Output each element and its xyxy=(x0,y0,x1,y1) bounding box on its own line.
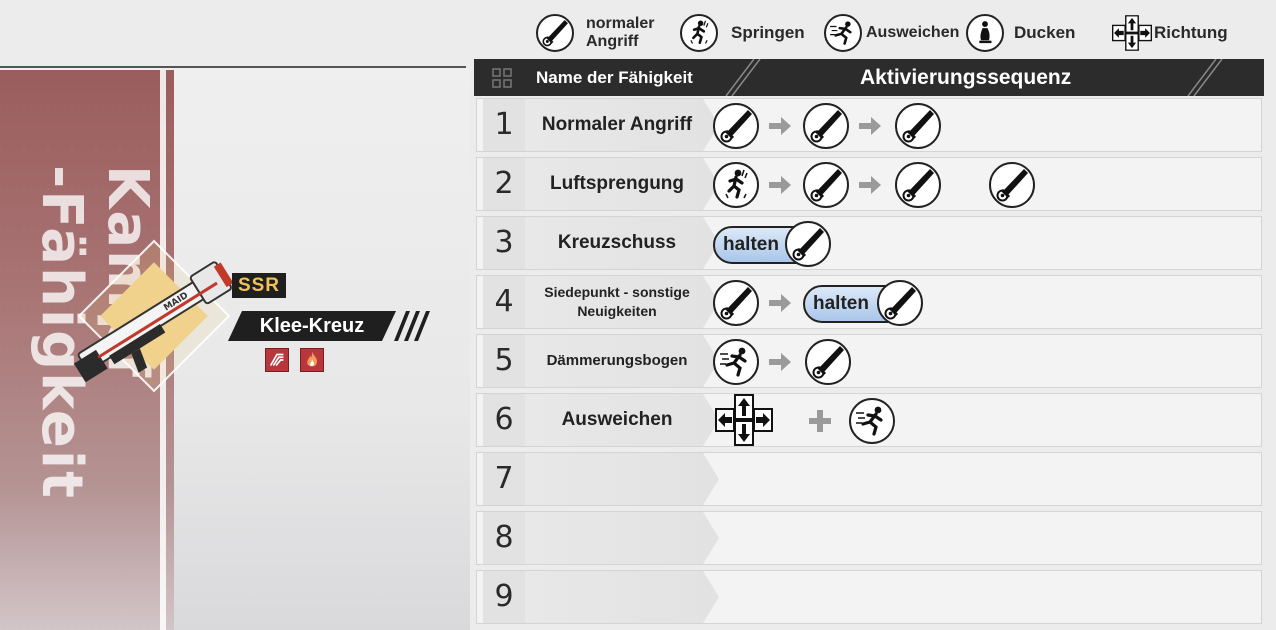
row-number: 5 xyxy=(483,335,525,387)
skill-name: Siedepunkt - sonstige Neuigkeiten xyxy=(544,284,690,319)
attack-icon xyxy=(785,221,831,267)
crouch-icon xyxy=(966,14,1004,52)
header-slash xyxy=(725,59,761,96)
skill-row: 4 Siedepunkt - sonstige Neuigkeiten halt… xyxy=(476,275,1262,329)
legend-jump: Springen xyxy=(680,8,805,58)
weapon-image: MAID xyxy=(73,261,234,383)
row-number: 6 xyxy=(483,394,525,446)
legend-dodge: Ausweichen xyxy=(824,8,959,58)
attack-icon xyxy=(713,103,759,149)
skill-name: Normaler Angriff xyxy=(541,114,693,135)
attack-icon xyxy=(895,162,941,208)
header-slash-right xyxy=(1187,59,1223,96)
plus-icon xyxy=(809,410,831,432)
skill-row: 3 Kreuzschuss halten xyxy=(476,216,1262,270)
jump-icon xyxy=(680,14,718,52)
fire-attribute-icon xyxy=(300,348,324,372)
arrow-right-icon xyxy=(767,350,793,374)
attack-icon xyxy=(805,339,851,385)
skill-name xyxy=(529,512,705,564)
row-number: 4 xyxy=(483,276,525,328)
header-activation-sequence: Aktivierungssequenz xyxy=(860,66,1072,89)
row-number: 3 xyxy=(483,217,525,269)
skill-row: 1 Normaler Angriff xyxy=(476,98,1262,152)
attack-icon xyxy=(803,162,849,208)
legend-direction-label: Richtung xyxy=(1154,23,1228,42)
skill-name xyxy=(529,453,705,505)
attack-icon xyxy=(713,280,759,326)
legend-crouch-label: Ducken xyxy=(1014,23,1076,42)
skill-name: Dämmerungsbogen xyxy=(546,352,688,369)
jump-icon xyxy=(713,162,759,208)
legend-dodge-label: Ausweichen xyxy=(866,24,960,41)
direction-icon xyxy=(715,394,773,446)
skill-row: 8 xyxy=(476,511,1262,565)
name-slash-decoration xyxy=(394,311,430,341)
arrow-right-icon xyxy=(767,291,793,315)
skill-row: 9 xyxy=(476,570,1262,624)
hold-label: halten xyxy=(723,234,779,255)
dodge-icon xyxy=(713,339,759,385)
arrow-right-icon xyxy=(857,173,883,197)
attack-icon xyxy=(877,280,923,326)
attack-icon xyxy=(803,103,849,149)
legend-attack-label: normaler Angriff xyxy=(586,15,655,50)
legend-jump-label: Springen xyxy=(731,23,805,42)
skill-row: 7 xyxy=(476,452,1262,506)
attack-icon xyxy=(895,103,941,149)
arrow-right-icon xyxy=(767,173,793,197)
rush-attribute-icon xyxy=(265,348,289,372)
legend-direction: Richtung xyxy=(1112,8,1228,58)
skill-name: Kreuzschuss xyxy=(557,232,677,253)
grid-icon xyxy=(492,68,512,88)
skill-row: 5 Dämmerungsbogen xyxy=(476,334,1262,388)
row-number: 1 xyxy=(483,99,525,151)
row-number: 9 xyxy=(483,571,525,623)
skill-name xyxy=(529,571,705,623)
legend-attack: normaler Angriff xyxy=(536,8,654,58)
weapon-name: Klee-Kreuz xyxy=(228,311,396,341)
hold-label: halten xyxy=(813,293,869,314)
panel-divider xyxy=(0,66,466,68)
dodge-icon xyxy=(849,398,895,444)
arrow-right-icon xyxy=(857,114,883,138)
skill-name: Luftsprengung xyxy=(549,173,685,194)
rarity-badge: SSR xyxy=(232,273,286,298)
attack-icon xyxy=(989,162,1035,208)
row-number: 7 xyxy=(483,453,525,505)
skill-row: 2 Luftsprengung xyxy=(476,157,1262,211)
row-number: 8 xyxy=(483,512,525,564)
attack-icon xyxy=(536,14,574,52)
dodge-icon xyxy=(824,14,862,52)
direction-icon xyxy=(1112,11,1152,55)
skill-table-header: Name der Fähigkeit Aktivierungssequenz xyxy=(474,59,1264,96)
legend-crouch: Ducken xyxy=(966,8,1075,58)
skill-row: 6 Ausweichen xyxy=(476,393,1262,447)
header-skill-name: Name der Fähigkeit xyxy=(536,68,693,87)
row-number: 2 xyxy=(483,158,525,210)
arrow-right-icon xyxy=(767,114,793,138)
skill-name: Ausweichen xyxy=(561,409,673,430)
